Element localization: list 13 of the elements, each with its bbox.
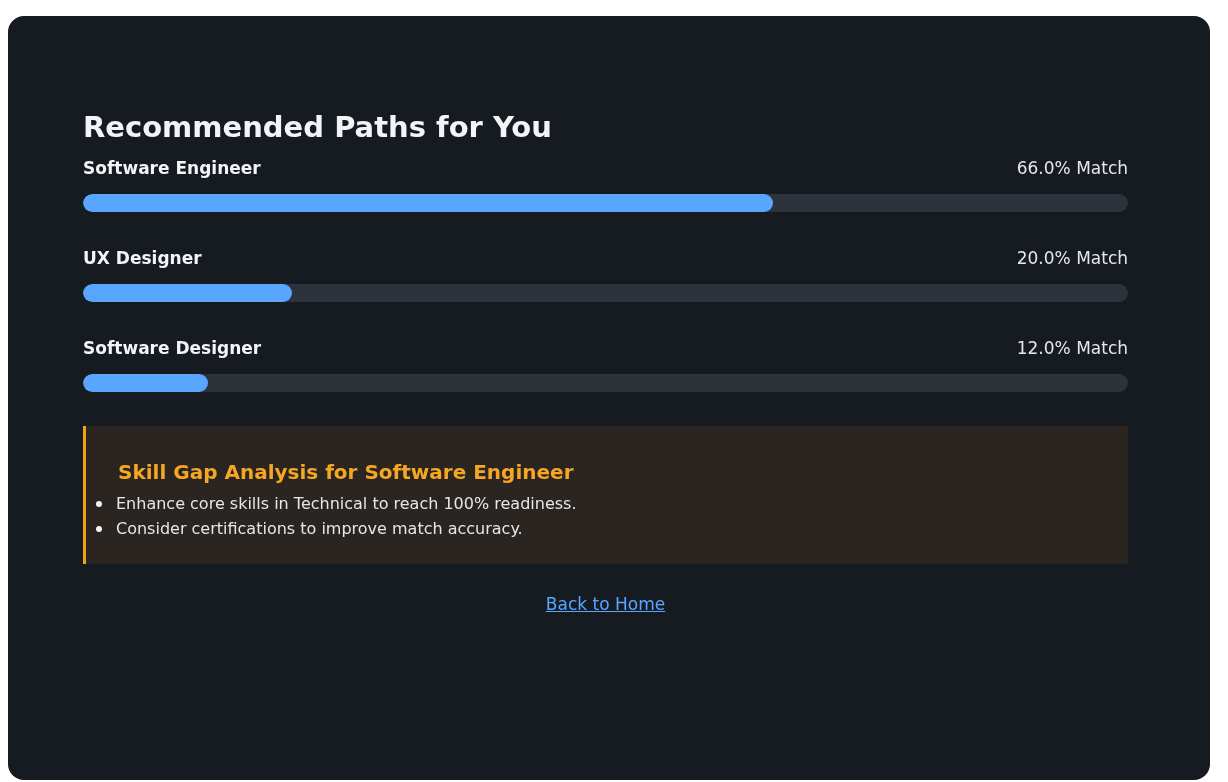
- match-percentage: 66.0% Match: [1016, 158, 1128, 178]
- list-item: Enhance core skills in Technical to reach 100% readiness.: [116, 494, 577, 513]
- path-name: Software Designer: [83, 338, 262, 358]
- match-percentage: 20.0% Match: [1016, 248, 1128, 268]
- list-item: Consider certifications to improve match accuracy.: [116, 519, 523, 538]
- section-title: Recommended Paths for You: [83, 110, 553, 144]
- match-percentage: 12.0% Match: [1016, 338, 1128, 358]
- panel-title: Skill Gap Analysis for Software Engineer: [118, 460, 575, 484]
- back-link[interactable]: Back to Home: [545, 594, 666, 614]
- path-name: Software Engineer: [83, 158, 261, 178]
- path-name: UX Designer: [83, 248, 202, 268]
- bullet-icon: [96, 525, 102, 532]
- bullet-icon: [96, 500, 102, 507]
